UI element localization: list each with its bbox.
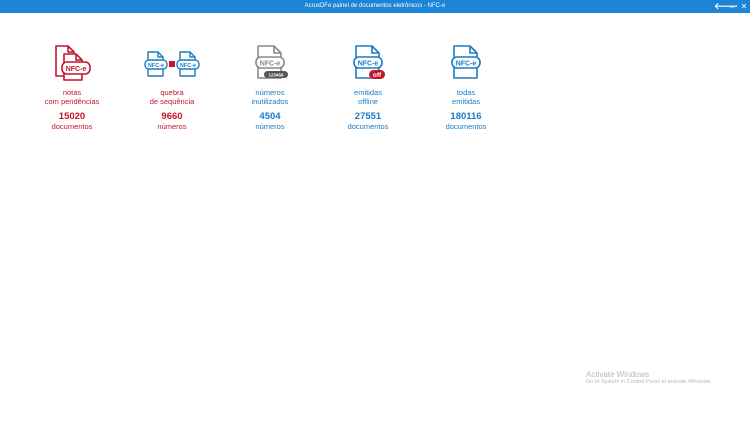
tile-label: emitidas offline (354, 88, 382, 106)
back-arrow-icon[interactable]: 🡐 (714, 0, 738, 13)
tile-unit: documentos (51, 122, 93, 131)
tile-count: 9660 (161, 111, 183, 122)
nfce-all-icon: NFC-e (451, 45, 481, 79)
tile-count: 15020 (58, 111, 86, 122)
tile-label: quebra de sequência (149, 88, 195, 106)
icon-badge-text: NFC-e (66, 66, 87, 73)
activate-windows-watermark: Activate Windows Go to System in Control… (586, 370, 712, 386)
nfce-offline-icon: NFC-e off (353, 45, 385, 79)
icon-sub-badge-text: off (373, 72, 382, 79)
tile-unit: documentos (347, 122, 389, 131)
tile-unit: documentos (445, 122, 487, 131)
window-title: AcruxDFe painel de documentos eletrônico… (304, 3, 446, 9)
nfce-disabled-numbers-icon: NFC-e 123456 (255, 45, 288, 79)
icon-badge-text: NFC-e (358, 61, 379, 68)
watermark-subtitle: Go to System in Control Panel to activat… (586, 379, 712, 385)
icon-badge-text: NFC-e (148, 63, 164, 69)
tile-count: 4504 (259, 111, 281, 122)
minimize-button[interactable]: _ (726, 0, 738, 13)
watermark-title: Activate Windows (586, 370, 650, 379)
tile-disabled-numbers[interactable]: NFC-e 123456 números inutilizados 4504 n… (220, 42, 320, 131)
icon-badge-text: NFC-e (180, 63, 196, 69)
tile-all-issued[interactable]: NFC-e todas emitidas 180116 documentos (416, 42, 516, 131)
tile-label: todas emitidas (452, 88, 480, 106)
tile-sequence-break[interactable]: NFC-e NFC-e quebra de sequência 9660 núm… (122, 42, 222, 131)
tile-label: números inutilizados (251, 88, 289, 106)
icon-badge-text: NFC-e (456, 61, 477, 68)
nfce-pending-icon: NFC-e (55, 45, 91, 81)
tile-label: notas com pendências (44, 88, 100, 106)
icon-badge-text: NFC-e (260, 61, 281, 68)
tile-count: 180116 (450, 111, 482, 122)
close-button[interactable]: ✕ (738, 0, 750, 13)
tile-pending-notes[interactable]: NFC-e notas com pendências 15020 documen… (22, 42, 122, 131)
tile-unit: números (255, 122, 285, 131)
title-bar: AcruxDFe painel de documentos eletrônico… (0, 0, 750, 13)
nfce-sequence-break-icon: NFC-e NFC-e (144, 51, 200, 77)
tile-offline-issued[interactable]: NFC-e off emitidas offline 27551 documen… (318, 42, 418, 131)
tile-unit: números (157, 122, 187, 131)
tile-count: 27551 (354, 111, 382, 122)
icon-sub-badge-text: 123456 (268, 72, 284, 77)
